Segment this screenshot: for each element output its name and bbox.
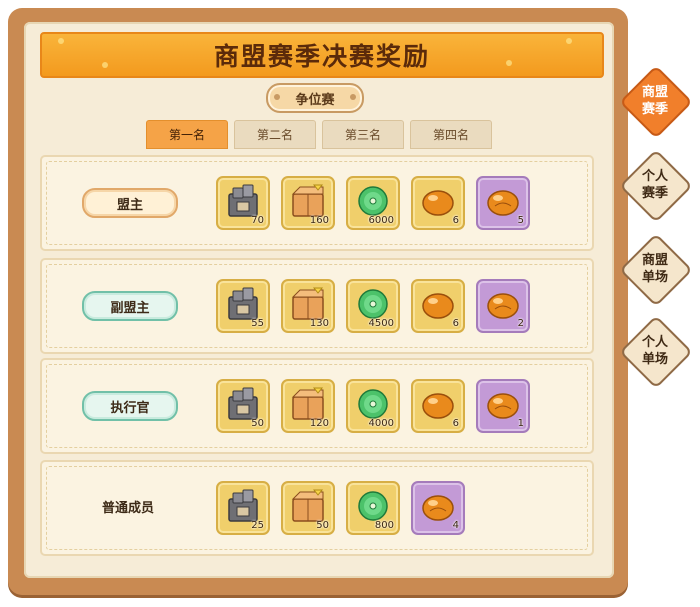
reward-quantity: 120 [309,418,329,429]
reward-quantity: 130 [309,318,329,329]
reward-row-leader: 盟主 70 160 6000 6 5 [40,155,594,251]
reward-quantity: 25 [251,520,264,531]
tab-rank-1[interactable]: 第一名 [146,120,228,149]
side-tab-label: 个人单场 [641,335,668,367]
page-title: 商盟赛季决赛奖励 [213,42,430,71]
reward-quantity: 50 [251,418,264,429]
reward-quantity: 1 [517,418,524,429]
role-label: 执行官 [82,391,178,421]
reward-row-vice-leader: 副盟主 55 130 4500 6 2 [40,258,594,354]
reward-item[interactable]: 55 [216,279,270,333]
side-tab-personal-season[interactable]: 个人赛季 [619,149,693,223]
reward-item[interactable]: 25 [216,481,270,535]
reward-list: 55 130 4500 6 2 [216,279,530,333]
reward-quantity: 6 [452,418,459,429]
reward-quantity: 4500 [368,318,394,329]
tab-rank-3[interactable]: 第三名 [322,120,404,149]
reward-list: 70 160 6000 6 5 [216,176,530,230]
reward-row-member: 普通成员 25 50 800 4 [40,460,594,556]
reward-quantity: 55 [251,318,264,329]
role-label: 副盟主 [82,291,178,321]
reward-quantity: 4000 [368,418,394,429]
reward-quantity: 4 [452,520,459,531]
banner-decoration [566,38,572,44]
reward-quantity: 5 [517,215,524,226]
reward-quantity: 160 [309,215,329,226]
side-tab-personal-single[interactable]: 个人单场 [619,315,693,389]
banner-decoration [506,60,512,66]
tab-rank-4[interactable]: 第四名 [410,120,492,149]
role-label: 盟主 [82,188,178,218]
reward-quantity: 6 [452,318,459,329]
reward-item[interactable]: 50 [281,481,335,535]
side-tab-label: 商盟赛季 [641,85,668,117]
reward-quantity: 6 [452,215,459,226]
reward-quantity: 70 [251,215,264,226]
role-label: 普通成员 [101,500,154,516]
reward-item[interactable]: 4500 [346,279,400,333]
reward-item[interactable]: 6 [411,279,465,333]
reward-list: 25 50 800 4 [216,481,465,535]
side-tab-label: 商盟单场 [641,253,668,285]
side-tab-alliance-season[interactable]: 商盟赛季 [619,65,693,139]
reward-quantity: 800 [374,520,394,531]
reward-item-rare[interactable]: 1 [476,379,530,433]
banner-decoration [102,62,108,68]
reward-item[interactable]: 50 [216,379,270,433]
reward-item[interactable]: 130 [281,279,335,333]
reward-item[interactable]: 4000 [346,379,400,433]
reward-item[interactable]: 160 [281,176,335,230]
reward-item-rare[interactable]: 5 [476,176,530,230]
reward-quantity: 50 [316,520,329,531]
side-tab-alliance-single[interactable]: 商盟单场 [619,233,693,307]
mode-label: 争位赛 [266,83,364,113]
reward-item[interactable]: 120 [281,379,335,433]
reward-item[interactable]: 800 [346,481,400,535]
reward-item-rare[interactable]: 2 [476,279,530,333]
tab-rank-2[interactable]: 第二名 [234,120,316,149]
reward-item-rare[interactable]: 4 [411,481,465,535]
reward-item[interactable]: 6 [411,176,465,230]
reward-quantity: 6000 [368,215,394,226]
side-tab-label: 个人赛季 [641,169,668,201]
reward-item[interactable]: 70 [216,176,270,230]
reward-list: 50 120 4000 6 1 [216,379,530,433]
reward-row-executive: 执行官 50 120 4000 6 1 [40,358,594,454]
reward-quantity: 2 [517,318,524,329]
title-banner: 商盟赛季决赛奖励 [40,32,604,78]
banner-decoration [58,38,64,44]
rank-tabs: 第一名 第二名 第三名 第四名 [146,120,492,149]
reward-item[interactable]: 6000 [346,176,400,230]
reward-item[interactable]: 6 [411,379,465,433]
